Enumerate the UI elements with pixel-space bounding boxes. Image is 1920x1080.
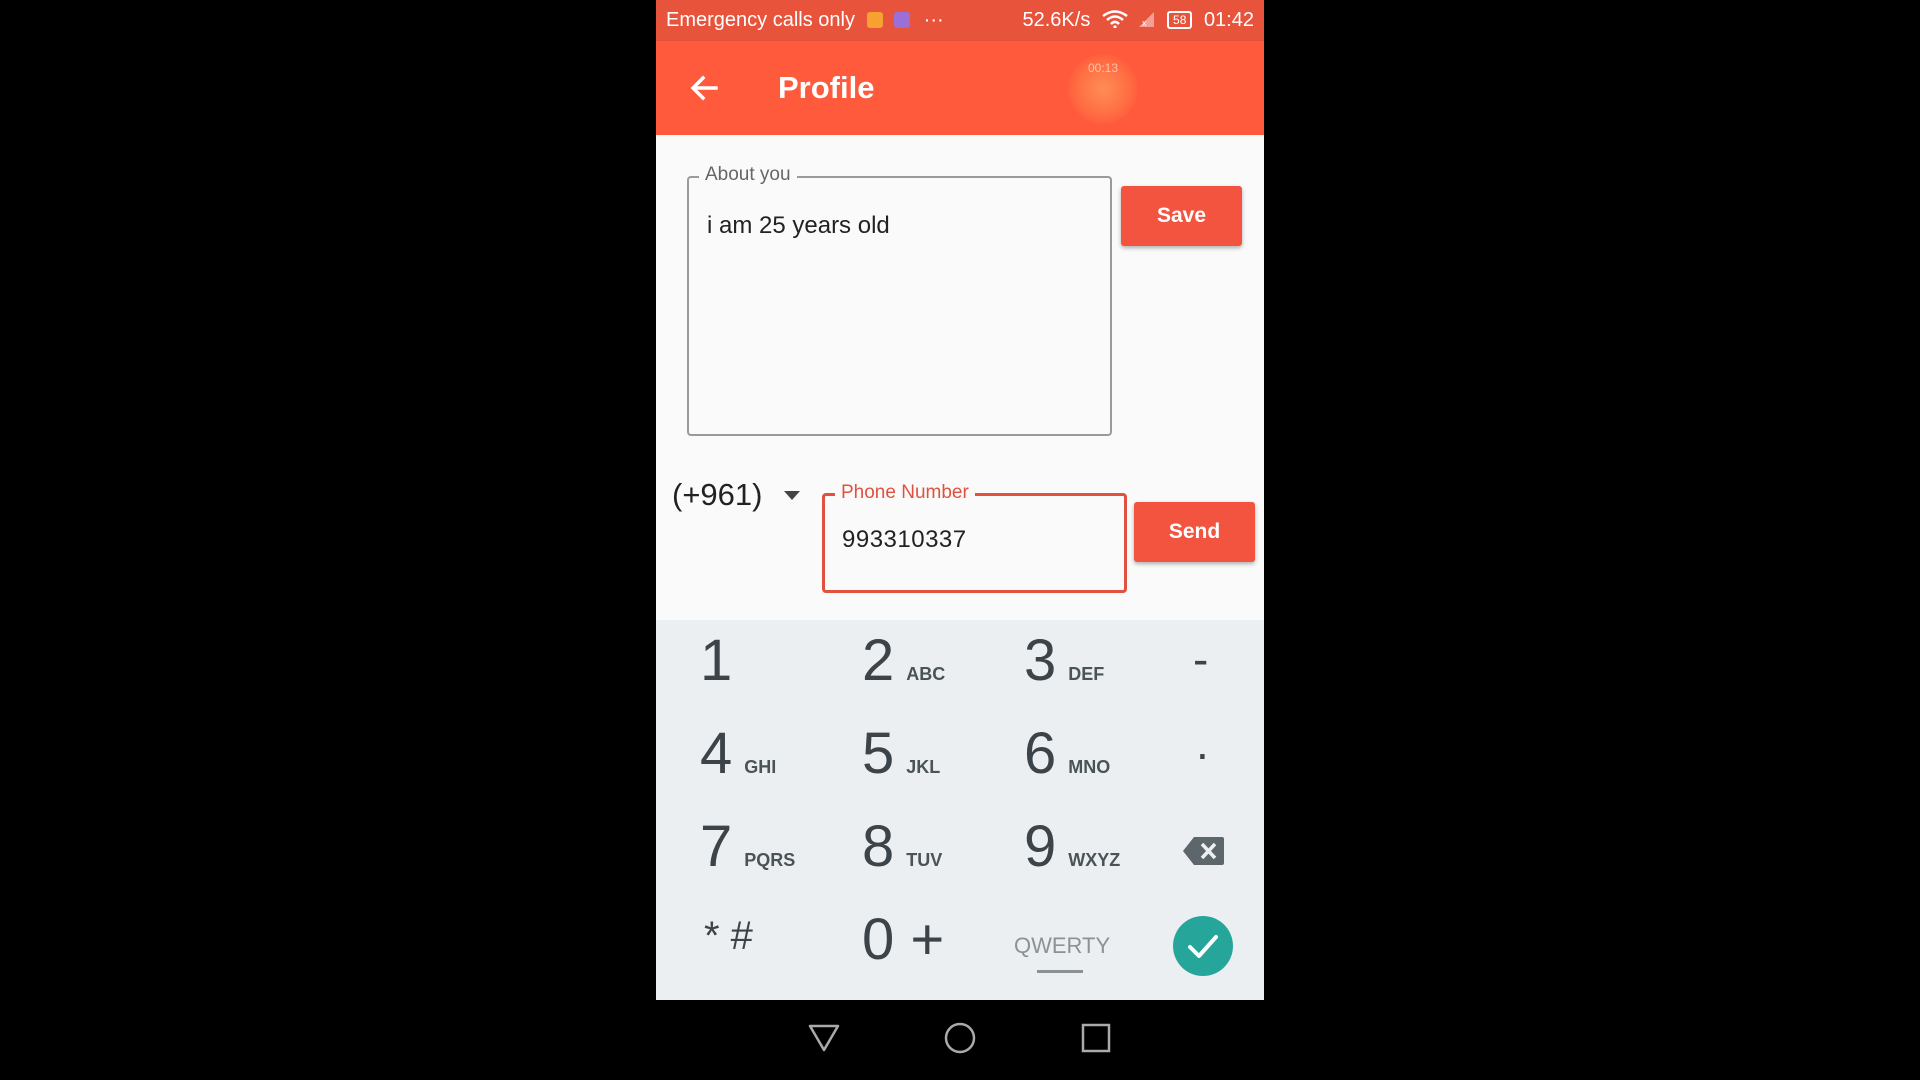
key-digit: 4 [700,721,733,786]
key-7[interactable]: 7 PQRS [700,813,795,880]
key-digit: 8 [862,814,895,879]
page-title: Profile [778,70,875,105]
key-2[interactable]: 2 ABC [862,627,945,694]
key-digit: 2 [862,628,895,693]
key-letters: WXYZ [1068,850,1121,870]
key-digit: 5 [862,721,895,786]
key-digit: 7 [700,814,733,879]
key-letters: DEF [1068,664,1105,684]
key-letters: ABC [906,664,946,684]
nav-home-icon[interactable] [944,1022,976,1054]
phone-screen: Emergency calls only ··· 52.6K/s x 58 01… [656,0,1264,1080]
save-button[interactable]: Save [1121,186,1242,246]
carrier-text: Emergency calls only [666,9,855,31]
checkmark-icon [1188,935,1218,958]
svg-text:x: x [1142,18,1147,28]
notification-app-icon [866,12,883,28]
key-letters: TUV [906,850,943,870]
key-symbol: - [1193,633,1209,685]
chevron-down-icon[interactable] [784,491,800,500]
key-letters: JKL [906,757,941,777]
key-digit: 3 [1024,628,1057,693]
key-4[interactable]: 4 GHI [700,720,776,787]
key-symbol: * # [704,914,753,958]
key-5[interactable]: 5 JKL [862,720,940,787]
phone-number-field[interactable]: Phone Number 993310337 [822,482,1127,593]
key-symbol: . [1196,717,1209,769]
status-left: Emergency calls only ··· [666,9,944,32]
key-digit: 0 + [862,907,945,972]
country-code-select[interactable]: (+961) [672,477,762,513]
key-6[interactable]: 6 MNO [1024,720,1110,787]
screen-recorder-bubble[interactable]: 00:13 [1068,54,1138,124]
phone-number-label: Phone Number [835,482,975,504]
backspace-key[interactable] [1182,835,1226,872]
arrow-left-icon [690,75,718,101]
status-bar: Emergency calls only ··· 52.6K/s x 58 01… [656,0,1264,41]
about-field[interactable]: About you i am 25 years old [687,164,1112,436]
system-nav-bar [656,1000,1264,1080]
qwerty-switch-key[interactable]: QWERTY [1014,933,1110,959]
key-letters: GHI [744,757,777,777]
key-9[interactable]: 9 WXYZ [1024,813,1120,880]
done-key[interactable] [1173,916,1233,976]
recording-timer: 00:13 [1087,61,1119,75]
qwerty-underline [1037,970,1083,973]
nav-back-icon[interactable] [808,1022,840,1054]
status-right: 52.6K/s x 58 01:42 [1023,9,1255,32]
key-dash[interactable]: - [1193,632,1208,686]
phone-number-value: 993310337 [842,526,967,553]
key-digit: 9 [1024,814,1057,879]
wifi-icon [1102,10,1128,29]
signal-icon: x [1139,12,1155,28]
overflow-icon: ··· [923,9,944,31]
profile-form: About you i am 25 years old Save (+961) … [656,135,1264,620]
about-value: i am 25 years old [707,212,890,239]
app-bar: Profile 00:13 [656,41,1264,135]
key-0[interactable]: 0 + [862,906,944,973]
net-speed: 52.6K/s [1022,9,1091,31]
key-digit: 6 [1024,721,1057,786]
key-8[interactable]: 8 TUV [862,813,942,880]
about-label: About you [699,164,797,186]
backspace-icon [1183,837,1224,865]
back-button[interactable] [682,65,728,111]
nav-recents-icon[interactable] [1080,1022,1112,1054]
battery-icon: 58 [1167,11,1193,29]
numeric-keyboard: 1 2 ABC 3 DEF - 4 GHI 5 JKL 6 MNO . 7 PQRS 8 TU… [656,620,1264,1000]
key-star-hash[interactable]: * # [704,914,753,959]
notification-message-icon [894,12,911,28]
key-1[interactable]: 1 [700,627,732,694]
key-3[interactable]: 3 DEF [1024,627,1104,694]
send-button[interactable]: Send [1134,502,1255,562]
key-period[interactable]: . [1196,716,1209,770]
key-letters: MNO [1068,757,1111,777]
clock: 01:42 [1203,9,1254,31]
key-digit: 1 [700,628,733,693]
key-letters: PQRS [744,850,796,870]
